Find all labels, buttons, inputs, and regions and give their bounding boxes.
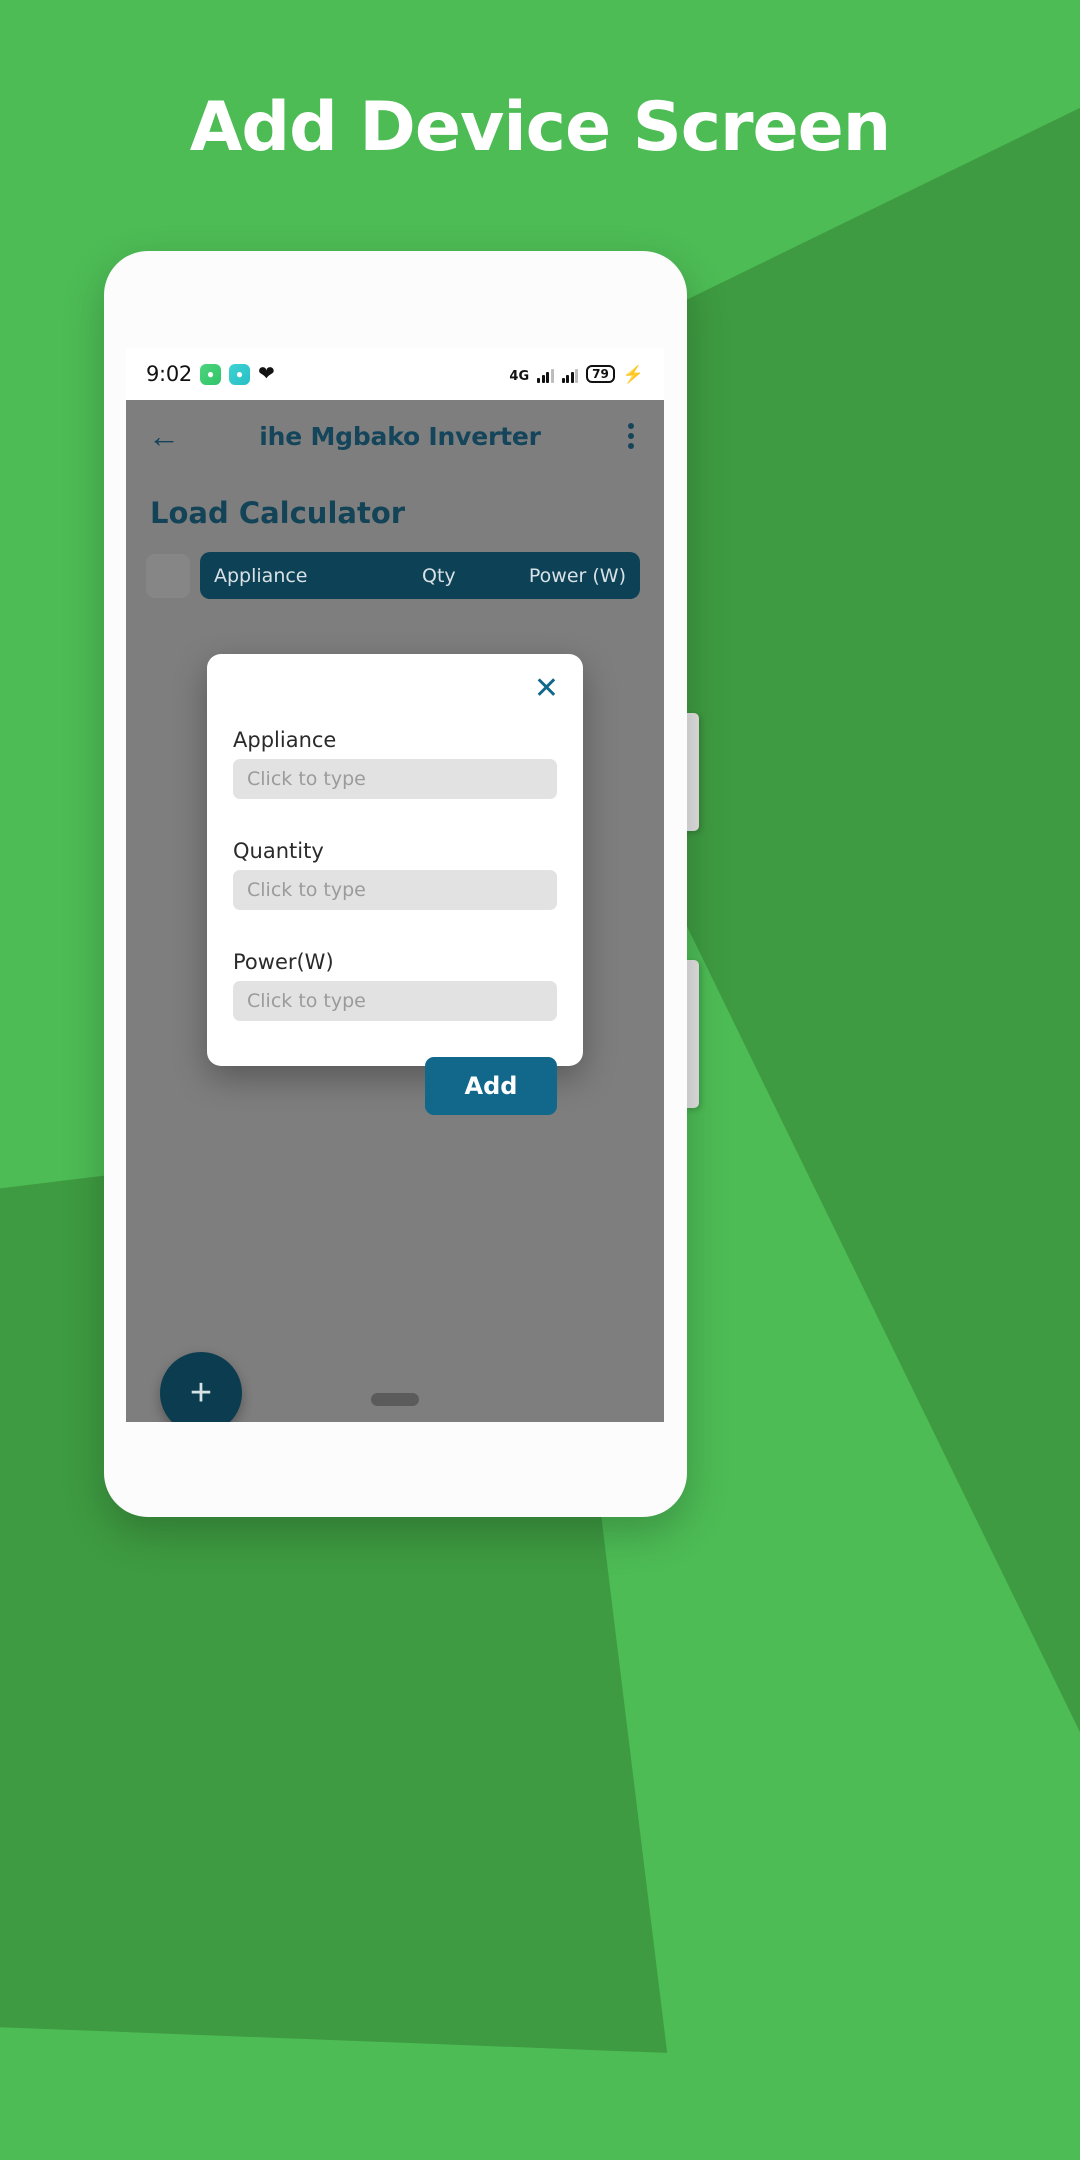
signal-bars-icon-2 (561, 367, 579, 383)
load-table-header-row: Appliance Qty Power (W) (126, 530, 664, 599)
quantity-input[interactable]: Click to type (233, 870, 557, 910)
load-table-header: Appliance Qty Power (W) (200, 552, 640, 599)
close-icon[interactable]: ✕ (534, 674, 559, 704)
quantity-field-label: Quantity (233, 839, 324, 863)
page-section-title: Load Calculator (150, 496, 406, 530)
column-header-appliance: Appliance (214, 564, 308, 587)
back-arrow-icon[interactable]: ← (148, 420, 180, 452)
chat-icon: ● (228, 363, 250, 385)
app-bar-title: ihe Mgbako Inverter (259, 421, 541, 451)
page-stage: Add Device Screen 9:02 ● ● ❤ 4G 79 ⚡ ← i… (0, 0, 1080, 2160)
status-bar-right: 4G 79 ⚡ (509, 365, 644, 383)
heart-icon: ❤ (257, 363, 275, 385)
add-button[interactable]: Add (425, 1057, 557, 1115)
battery-icon: 79 (586, 365, 615, 383)
shield-icon: ● (199, 363, 221, 385)
column-header-qty: Qty (422, 564, 456, 587)
dialog-actions: Add (233, 1057, 557, 1115)
status-time: 9:02 (146, 362, 192, 386)
network-type-label: 4G (509, 369, 530, 384)
signal-bars-icon (537, 367, 554, 383)
add-appliance-dialog: ✕ Appliance Click to type Quantity Click… (207, 654, 583, 1115)
page-title: Add Device Screen (189, 88, 891, 167)
status-bar: 9:02 ● ● ❤ 4G 79 ⚡ (126, 348, 664, 400)
select-all-checkbox[interactable] (146, 553, 190, 598)
add-appliance-fab[interactable]: + (160, 1352, 242, 1422)
power-input[interactable]: Click to type (233, 981, 557, 1021)
android-home-indicator[interactable] (371, 1393, 419, 1406)
appliance-input[interactable]: Click to type (233, 759, 557, 799)
phone-screen: 9:02 ● ● ❤ 4G 79 ⚡ ← ihe Mgbako Inverter… (126, 348, 664, 1422)
column-header-power: Power (W) (528, 564, 626, 587)
power-field-label: Power(W) (233, 950, 334, 974)
charging-bolt-icon: ⚡ (622, 365, 644, 384)
appliance-field-label: Appliance (233, 728, 337, 752)
app-bar: ← ihe Mgbako Inverter (126, 400, 664, 472)
kebab-menu-icon[interactable] (620, 419, 642, 453)
status-bar-left: 9:02 ● ● ❤ (146, 362, 275, 386)
